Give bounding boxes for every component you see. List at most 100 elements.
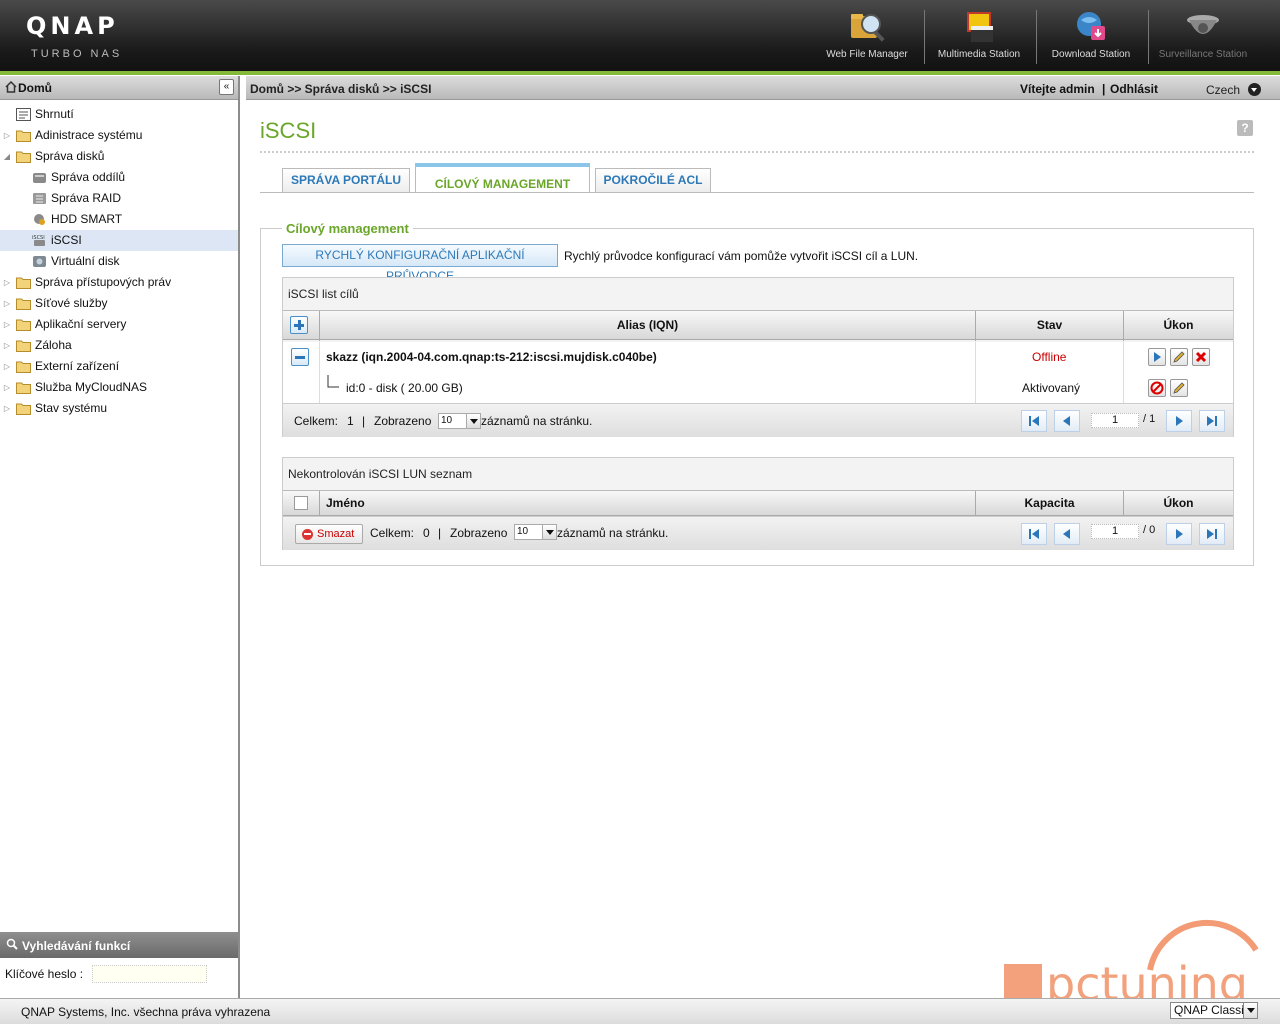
- last-page-icon: [1207, 529, 1217, 539]
- title-divider: [260, 151, 1254, 153]
- column-status[interactable]: Stav: [975, 311, 1123, 341]
- sidebar-item-network-services[interactable]: ▷ Síťové služby: [0, 293, 238, 314]
- per-page-select[interactable]: 10: [438, 413, 481, 429]
- expand-arrow-icon[interactable]: ▷: [2, 398, 12, 419]
- next-page-button[interactable]: [1166, 523, 1192, 545]
- prev-page-button[interactable]: [1054, 523, 1080, 545]
- download-station-button[interactable]: Download Station: [1036, 8, 1146, 68]
- sidebar-item-system-status[interactable]: ▷ Stav systému: [0, 398, 238, 419]
- keyword-input[interactable]: [92, 965, 207, 983]
- sidebar-item-app-servers[interactable]: ▷ Aplikační servery: [0, 314, 238, 335]
- column-capacity[interactable]: Kapacita: [975, 491, 1123, 517]
- select-all-checkbox[interactable]: [294, 496, 308, 510]
- sidebar-item-system-admin[interactable]: ▷ Adinistrace systému: [0, 125, 238, 146]
- surveillance-station-button[interactable]: Surveillance Station: [1148, 8, 1258, 68]
- folder-icon: [16, 403, 31, 415]
- last-page-icon: [1207, 416, 1217, 426]
- sidebar-item-disk-management[interactable]: ◢ Správa disků: [0, 146, 238, 167]
- web-file-manager-button[interactable]: Web File Manager: [812, 8, 922, 68]
- footer-separator: |: [362, 414, 366, 428]
- quick-config-wizard-button[interactable]: RYCHLÝ KONFIGURAČNÍ APLIKAČNÍ PRŮVODCE: [282, 244, 558, 283]
- page-total: / 0: [1143, 524, 1156, 536]
- lun-status: Aktivovaný: [1022, 381, 1081, 395]
- column-divider: [1123, 342, 1124, 404]
- unmapped-lun-list: Nekontrolován iSCSI LUN seznam Jméno Kap…: [282, 457, 1234, 550]
- expand-arrow-icon[interactable]: ▷: [2, 356, 12, 377]
- sidebar-item-iscsi[interactable]: iSCSI iSCSI: [0, 230, 238, 251]
- shown-label: Zobrazeno: [374, 414, 432, 428]
- last-page-button[interactable]: [1199, 523, 1225, 545]
- sidebar-item-virtual-disk[interactable]: Virtuální disk: [0, 251, 238, 272]
- lun-entry: id:0 - disk ( 20.00 GB): [346, 381, 463, 395]
- summary-icon: [16, 108, 31, 121]
- expand-arrow-icon[interactable]: ▷: [2, 272, 12, 293]
- expand-arrow-icon[interactable]: ▷: [2, 335, 12, 356]
- download-station-icon: [1077, 12, 1105, 40]
- last-page-button[interactable]: [1199, 410, 1225, 432]
- qnap-logo: QNAP: [26, 12, 119, 40]
- per-page-select[interactable]: 10: [514, 524, 557, 540]
- column-alias[interactable]: Alias (IQN): [319, 311, 975, 341]
- collapse-sidebar-button[interactable]: «: [219, 79, 234, 95]
- multimedia-station-button[interactable]: Multimedia Station: [924, 8, 1034, 68]
- page-number-input[interactable]: 1: [1091, 524, 1139, 539]
- next-page-button[interactable]: [1166, 410, 1192, 432]
- prev-page-button[interactable]: [1054, 410, 1080, 432]
- multimedia-station-icon: [967, 12, 993, 42]
- edit-icon[interactable]: [1170, 348, 1188, 366]
- home-icon: [5, 81, 17, 93]
- folder-icon: [16, 319, 31, 331]
- sidebar-item-external-devices[interactable]: ▷ Externí zařízení: [0, 356, 238, 377]
- language-dropdown-icon[interactable]: [1248, 83, 1261, 96]
- app-header: QNAP Turbo NAS Web File Manager Multimed…: [0, 0, 1280, 75]
- hdd-smart-icon: [34, 214, 45, 225]
- sidebar-item-access-rights[interactable]: ▷ Správa přístupových práv: [0, 272, 238, 293]
- disable-icon[interactable]: [1148, 379, 1166, 397]
- sidebar-item-summary[interactable]: Shrnutí: [0, 104, 238, 125]
- column-divider: [975, 342, 976, 404]
- prev-page-icon: [1063, 416, 1070, 426]
- keyword-label: Klíčové heslo :: [5, 967, 84, 981]
- sidebar-item-raid-management[interactable]: Správa RAID: [0, 188, 238, 209]
- folder-icon: [16, 382, 31, 394]
- tab-portal-management[interactable]: SPRÁVA PORTÁLU: [282, 168, 410, 193]
- virtual-disk-icon: [33, 256, 46, 267]
- add-target-icon[interactable]: [290, 316, 308, 334]
- chevron-down-icon: [1243, 1003, 1257, 1018]
- logout-link[interactable]: Odhlásit: [1110, 82, 1158, 96]
- target-row[interactable]: skazz (iqn.2004-04.com.qnap:ts-212:iscsi…: [283, 342, 1233, 404]
- help-icon[interactable]: ?: [1237, 120, 1253, 136]
- expand-arrow-icon[interactable]: ▷: [2, 293, 12, 314]
- lun-table-header: Jméno Kapacita Úkon: [283, 490, 1233, 517]
- collapse-arrow-icon[interactable]: ◢: [2, 146, 12, 167]
- first-page-button[interactable]: [1021, 410, 1047, 432]
- wizard-description: Rychlý průvodce konfigurací vám pomůže v…: [564, 249, 919, 263]
- sidebar-item-volume-management[interactable]: Správa oddílů: [0, 167, 238, 188]
- collapse-target-icon[interactable]: [291, 348, 309, 366]
- delete-icon[interactable]: [1192, 348, 1210, 366]
- theme-select[interactable]: QNAP Classic: [1170, 1002, 1258, 1019]
- column-name[interactable]: Jméno: [319, 491, 975, 517]
- iscsi-icon: iSCSI: [32, 235, 45, 246]
- language-label: Czech: [1206, 83, 1241, 97]
- folder-icon: [16, 130, 31, 142]
- first-page-button[interactable]: [1021, 523, 1047, 545]
- expand-arrow-icon[interactable]: ▷: [2, 125, 12, 146]
- open-folder-icon: [16, 151, 31, 163]
- tab-target-management[interactable]: CÍLOVÝ MANAGEMENT: [415, 163, 590, 193]
- top-bar: Domů >> Správa disků >> iSCSI Vítejte ad…: [246, 76, 1280, 100]
- sidebar-item-hdd-smart[interactable]: HDD SMART: [0, 209, 238, 230]
- delete-button[interactable]: Smazat: [295, 524, 363, 544]
- expand-arrow-icon[interactable]: ▷: [2, 377, 12, 398]
- edit-icon[interactable]: [1170, 379, 1188, 397]
- total-label: Celkem:: [294, 414, 339, 428]
- page-number-input[interactable]: 1: [1091, 413, 1139, 428]
- tab-advanced-acl[interactable]: POKROČILÉ ACL: [595, 168, 711, 193]
- sidebar-header: Domů «: [0, 76, 238, 100]
- expand-arrow-icon[interactable]: ▷: [2, 314, 12, 335]
- activate-icon[interactable]: [1148, 348, 1166, 366]
- total-label: Celkem:: [370, 526, 415, 540]
- sidebar-item-mycloudnas[interactable]: ▷ Služba MyCloudNAS: [0, 377, 238, 398]
- target-status: Offline: [1032, 350, 1067, 364]
- sidebar-item-backup[interactable]: ▷ Záloha: [0, 335, 238, 356]
